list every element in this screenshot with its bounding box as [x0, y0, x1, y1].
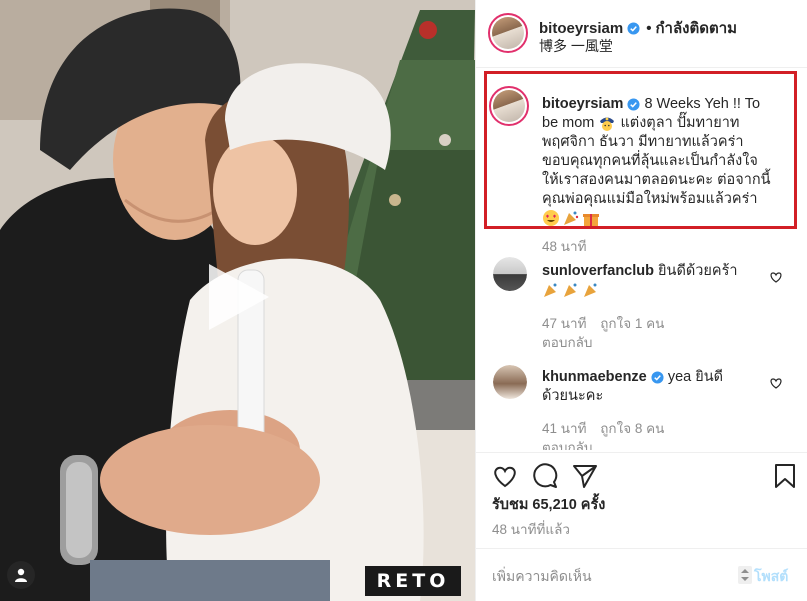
- caption-emojis: [542, 209, 600, 227]
- comment-emojis: [542, 281, 600, 299]
- comment-text: khunmaebenze yea ยินดี ด้วยนะคะ: [542, 368, 762, 406]
- post-comment-button[interactable]: โพสต์: [754, 566, 788, 588]
- caption-line: แต่งตุลา ปั๊มทายาท: [620, 115, 740, 131]
- action-bar: [476, 452, 807, 492]
- comment-time[interactable]: 41 นาที: [542, 421, 586, 436]
- caption-text: bitoeyrsiam 8 Weeks Yeh !! To be mom แต่…: [542, 95, 792, 228]
- following-button[interactable]: กำลังติดตาม: [655, 16, 737, 40]
- sort-toggle-icon[interactable]: [738, 566, 752, 584]
- comment-username[interactable]: sunloverfanclub: [542, 263, 654, 279]
- post-header: bitoeyrsiam • กำลังติดตาม 博多 一風堂: [476, 0, 807, 68]
- caption-username[interactable]: bitoeyrsiam: [542, 96, 623, 112]
- watermark-logo: RETO: [365, 566, 461, 596]
- party-popper-emoji-icon: [544, 283, 557, 298]
- comment-username[interactable]: khunmaebenze: [542, 369, 647, 385]
- post-media[interactable]: RETO: [0, 0, 475, 601]
- verified-badge-icon: [627, 21, 640, 35]
- caption-line: ให้เราสองคนมาตลอดนะคะ ต่อจากนี้: [542, 172, 771, 188]
- caption-line: พฤศจิกา ธันวา มีทายาทแล้วคร่า: [542, 134, 744, 150]
- comment-body: ด้วยนะคะ: [542, 388, 604, 404]
- user-tag-icon: [15, 568, 27, 582]
- play-icon: [209, 264, 269, 330]
- comment-text: sunloverfanclub ยินดีด้วยคร้า: [542, 262, 762, 300]
- comment-icon[interactable]: [532, 463, 558, 489]
- tagged-users-button[interactable]: [7, 561, 35, 589]
- commenter-avatar[interactable]: [493, 365, 527, 399]
- caption-avatar[interactable]: [489, 86, 529, 126]
- caption-line: คุณพ่อคุณแม่มือใหม่พร้อมแล้วคร่า: [542, 191, 758, 207]
- party-popper-emoji-icon: [564, 283, 577, 298]
- post-details-panel: bitoeyrsiam • กำลังติดตาม 博多 一風堂 bitoeyr…: [475, 0, 807, 601]
- gift-emoji-icon: [583, 214, 599, 227]
- party-popper-emoji-icon: [564, 211, 579, 226]
- comment-like-heart-icon[interactable]: [769, 270, 783, 284]
- heart-eyes-emoji-icon: [543, 210, 559, 227]
- add-comment-input[interactable]: [492, 565, 732, 587]
- comment-reply[interactable]: ตอบกลับ: [542, 436, 592, 450]
- verified-badge-icon: [627, 98, 640, 111]
- heart-icon[interactable]: [492, 463, 518, 489]
- comment-body: yea ยินดี: [667, 369, 724, 385]
- verified-badge-icon: [651, 371, 664, 384]
- header-separator: •: [646, 19, 652, 37]
- post-location[interactable]: 博多 一風堂: [539, 36, 613, 56]
- share-icon[interactable]: [572, 463, 598, 489]
- comment-like-heart-icon[interactable]: [769, 376, 783, 390]
- comment-body: ยินดีด้วยคร้า: [658, 263, 738, 279]
- view-count[interactable]: รับชม 65,210 ครั้ง: [492, 493, 605, 516]
- reply-button[interactable]: ตอบกลับ: [542, 335, 592, 350]
- commenter-avatar[interactable]: [493, 257, 527, 291]
- caption-time[interactable]: 48 นาที: [542, 239, 586, 254]
- caption-line: ขอบคุณทุกคนที่ลุ้นและเป็นกำลังใจ: [542, 153, 758, 169]
- comment-likes[interactable]: ถูกใจ 1 คน: [600, 316, 664, 331]
- author-avatar[interactable]: [488, 13, 528, 53]
- police-officer-emoji-icon: [600, 117, 615, 132]
- post-timestamp[interactable]: 48 นาทีที่แล้ว: [492, 518, 570, 540]
- author-username[interactable]: bitoeyrsiam: [539, 20, 623, 37]
- comment-reply[interactable]: ตอบกลับ: [542, 331, 592, 353]
- caption-meta: 48 นาที: [542, 235, 586, 257]
- reply-button[interactable]: ตอบกลับ: [542, 440, 592, 450]
- comment-likes[interactable]: ถูกใจ 8 คน: [600, 421, 664, 436]
- caption-line: 8 Weeks Yeh !! To: [644, 96, 761, 112]
- party-popper-emoji-icon: [584, 283, 597, 298]
- comment-time[interactable]: 47 นาที: [542, 316, 586, 331]
- add-comment-bar: โพสต์: [476, 548, 807, 601]
- play-button[interactable]: [205, 262, 271, 332]
- bookmark-icon[interactable]: [772, 463, 798, 489]
- caption-line: be mom: [542, 115, 595, 131]
